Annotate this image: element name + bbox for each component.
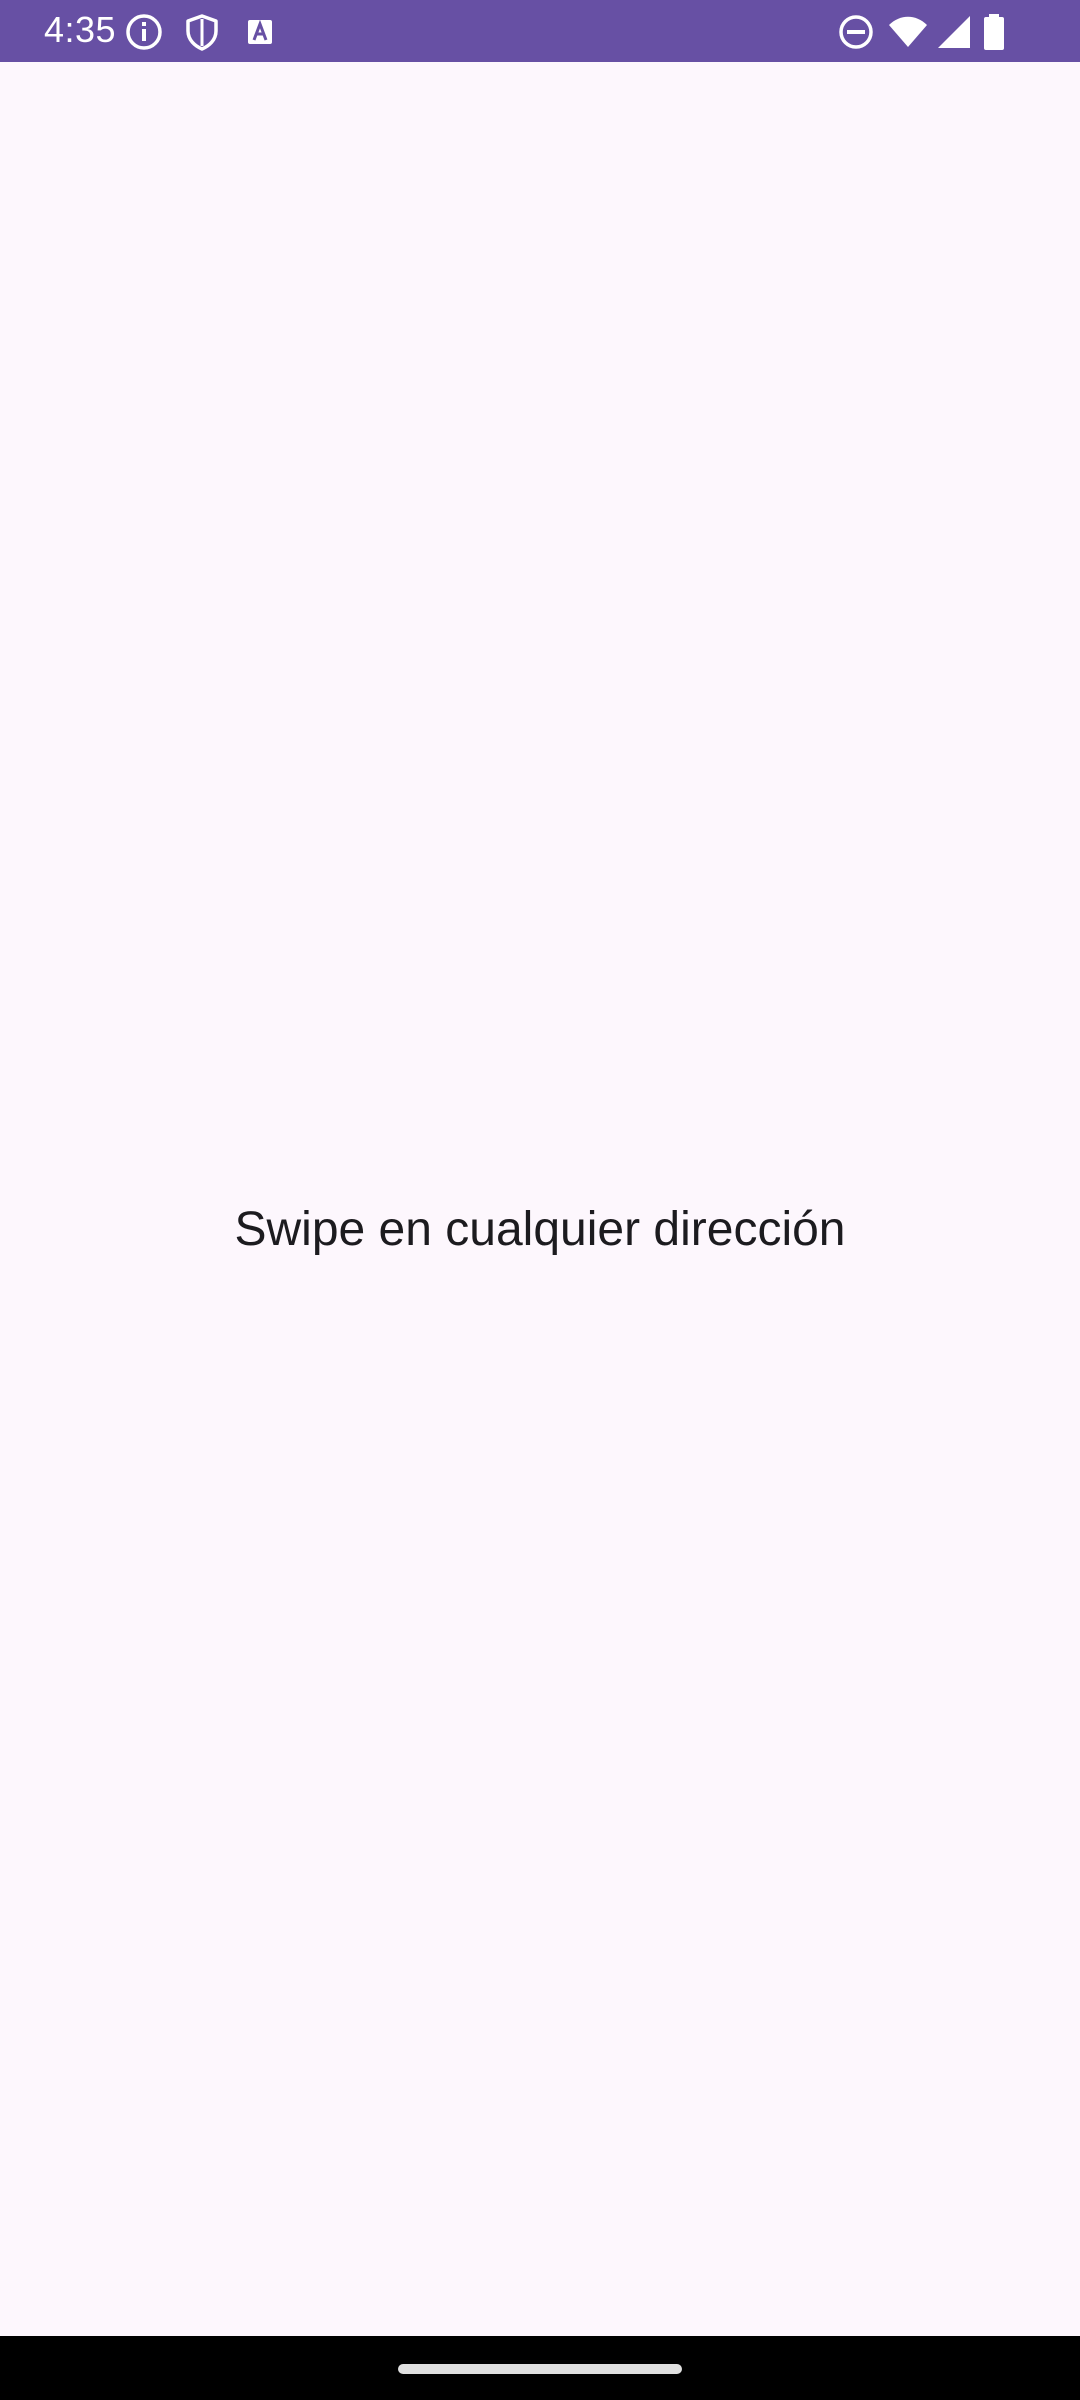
swipe-area[interactable]: Swipe en cualquier dirección [0,62,1080,2336]
status-bar-clock: 4:35 [44,9,117,50]
font-icon [248,19,272,44]
swipe-instruction-text: Swipe en cualquier dirección [234,1203,846,1256]
info-icon [126,14,162,50]
status-bar: 4:35 [0,0,1080,62]
home-gesture-handle[interactable] [398,2364,682,2374]
signal-icon [938,16,970,48]
navigation-bar [0,2336,1080,2400]
shield-icon [186,14,218,51]
app-screen[interactable]: 4:35 Swipe en cualquier dirección [0,0,1080,2400]
do-not-disturb-icon [839,15,873,49]
battery-icon [984,14,1004,50]
wifi-icon [889,16,927,47]
